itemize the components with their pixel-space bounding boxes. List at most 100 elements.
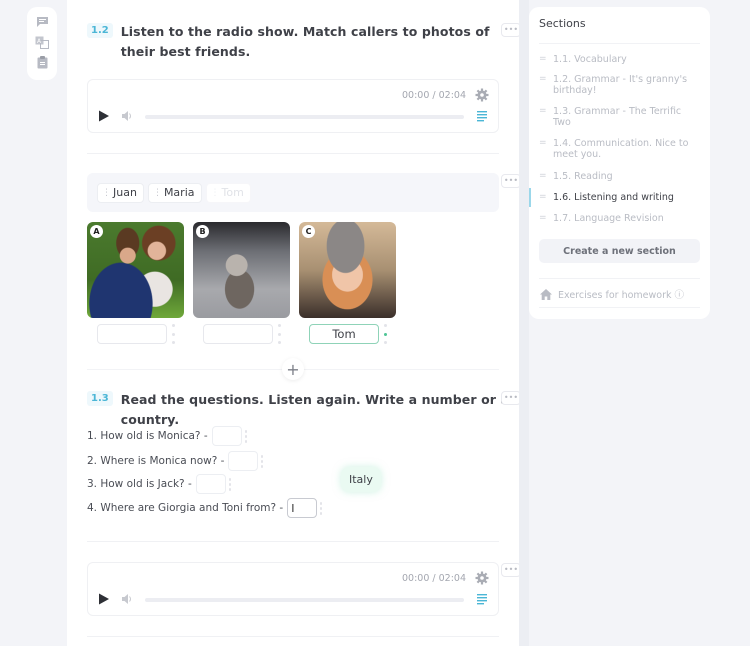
translate-icon[interactable]: A	[34, 34, 50, 50]
question-text: 4. Where are Giorgia and Toni from? -	[87, 502, 284, 514]
transcript-icon[interactable]	[476, 110, 488, 122]
drag-handle-icon: ⋮	[152, 187, 162, 198]
sections-panel: Sections = 1.1. Vocabulary = 1.2. Grammar …	[529, 7, 710, 319]
clipboard-icon[interactable]	[34, 54, 50, 70]
question-2: 2. Where is Monica now? -	[87, 451, 264, 471]
audio-time: 00:00 / 02:04	[402, 573, 466, 584]
question-1: 1. How old is Monica? -	[87, 426, 247, 446]
section-item-1-1[interactable]: = 1.1. Vocabulary	[539, 54, 699, 65]
photo-badge: C	[302, 225, 315, 238]
add-block-button[interactable]: +	[282, 358, 304, 380]
task-1-2-header: 1.2 Listen to the radio show. Match call…	[87, 22, 496, 62]
audio-more-button[interactable]: •••	[501, 563, 521, 577]
drag-handle-icon: =	[539, 54, 547, 64]
lesson-content: 1.2 Listen to the radio show. Match call…	[67, 0, 521, 646]
drag-handle-icon: ⋮	[102, 187, 111, 198]
audio-progress-track[interactable]	[145, 115, 464, 119]
drag-handle-icon: =	[539, 213, 547, 223]
drag-handle-icon: ⋮	[210, 187, 220, 198]
section-item-1-5[interactable]: = 1.5. Reading	[539, 171, 699, 182]
answer-input-4[interactable]: I	[287, 498, 318, 518]
question-text: 1. How old is Monica? -	[87, 430, 208, 442]
divider	[87, 636, 499, 637]
divider	[539, 307, 700, 308]
section-label: 1.3. Grammar - The Terrific Two	[553, 106, 682, 128]
main-scrollbar[interactable]	[519, 0, 529, 646]
answer-input-3[interactable]	[195, 474, 226, 494]
drag-handle-icon: =	[539, 106, 547, 116]
answer-input-1[interactable]	[211, 426, 242, 446]
task-number: 1.3	[87, 391, 113, 406]
question-3: 3. How old is Jack? -	[87, 474, 231, 494]
audio-player: 00:00 / 02:04	[87, 79, 499, 133]
sections-title: Sections	[539, 17, 586, 30]
drag-handle-icon	[244, 429, 247, 443]
chip-label: Maria	[163, 186, 195, 199]
word-bank: ⋮ Juan ⋮ Maria ⋮ Tom	[87, 173, 499, 212]
task-more-button[interactable]: •••	[501, 391, 521, 405]
section-label: 1.5. Reading	[553, 171, 613, 182]
drag-handle-icon: =	[539, 74, 547, 84]
homework-link[interactable]: Exercises for homework ⓘ	[540, 287, 684, 301]
section-item-1-2[interactable]: = 1.2. Grammar - It's granny's birthday!	[539, 74, 699, 96]
audio-progress-track[interactable]	[145, 598, 464, 602]
photo-card-a: A	[87, 222, 184, 344]
question-4: 4. Where are Giorgia and Toni from? - I	[87, 498, 323, 518]
dropzone-status-dots	[383, 324, 387, 344]
section-item-1-6[interactable]: = 1.6. Listening and writing	[529, 188, 699, 207]
chip-label: Tom	[221, 186, 244, 199]
homework-label: Exercises for homework ⓘ	[558, 290, 685, 301]
photo-a: A	[87, 222, 184, 318]
task-number: 1.2	[87, 23, 113, 38]
task-more-button[interactable]: •••	[501, 23, 521, 37]
section-label: 1.2. Grammar - It's granny's birthday!	[553, 74, 688, 96]
section-label: 1.1. Vocabulary	[553, 54, 627, 65]
wordbank-more-button[interactable]: •••	[501, 174, 521, 188]
volume-icon[interactable]	[121, 593, 133, 605]
section-item-1-4[interactable]: = 1.4. Communication. Nice to meet you.	[539, 138, 699, 160]
task-title: Read the questions. Listen again. Write …	[120, 392, 510, 427]
chip-label: Juan	[113, 186, 137, 199]
drag-handle-icon: =	[539, 171, 547, 181]
divider	[539, 43, 700, 44]
section-item-1-7[interactable]: = 1.7. Language Revision	[539, 213, 699, 224]
section-label: 1.4. Communication. Nice to meet you.	[553, 138, 689, 160]
play-icon[interactable]	[98, 110, 110, 122]
word-chip-maria[interactable]: ⋮ Maria	[147, 182, 202, 203]
divider	[539, 278, 700, 279]
comment-icon[interactable]	[34, 14, 50, 30]
task-title: Listen to the radio show. Match callers …	[120, 24, 490, 59]
play-icon[interactable]	[98, 593, 110, 605]
photo-badge: B	[196, 225, 209, 238]
transcript-icon[interactable]	[476, 593, 488, 605]
photo-card-b: B	[193, 222, 290, 344]
question-text: 2. Where is Monica now? -	[87, 455, 225, 467]
create-section-button[interactable]: Create a new section	[539, 239, 700, 263]
drag-handle-icon	[228, 477, 231, 491]
mini-toolbar: A	[27, 7, 57, 80]
home-icon	[540, 288, 552, 300]
photo-b: B	[193, 222, 290, 318]
settings-gear-icon[interactable]	[475, 571, 489, 585]
photo-badge: A	[90, 225, 103, 238]
dropzone-status-dots	[277, 324, 281, 344]
divider	[87, 541, 499, 542]
dropzone-status-dots	[171, 324, 175, 344]
answer-dropzone-b[interactable]	[203, 324, 273, 344]
answer-input-2[interactable]	[228, 451, 259, 471]
task-1-3-header: 1.3 Read the questions. Listen again. Wr…	[87, 390, 519, 430]
drag-handle-icon	[320, 501, 323, 515]
drag-handle-icon	[261, 454, 264, 468]
dragging-word-chip[interactable]: Italy	[341, 467, 381, 492]
answer-dropzone-a[interactable]	[97, 324, 167, 344]
settings-gear-icon[interactable]	[475, 88, 489, 102]
word-chip-juan[interactable]: ⋮ Juan	[97, 182, 144, 203]
volume-icon[interactable]	[121, 110, 133, 122]
word-chip-tom[interactable]: ⋮ Tom	[205, 182, 251, 203]
question-text: 3. How old is Jack? -	[87, 478, 192, 490]
section-item-1-3[interactable]: = 1.3. Grammar - The Terrific Two	[539, 106, 699, 128]
drag-handle-icon: =	[539, 192, 547, 202]
divider	[87, 153, 499, 154]
answer-dropzone-c[interactable]: Tom	[309, 324, 379, 344]
drag-handle-icon: =	[539, 138, 547, 148]
